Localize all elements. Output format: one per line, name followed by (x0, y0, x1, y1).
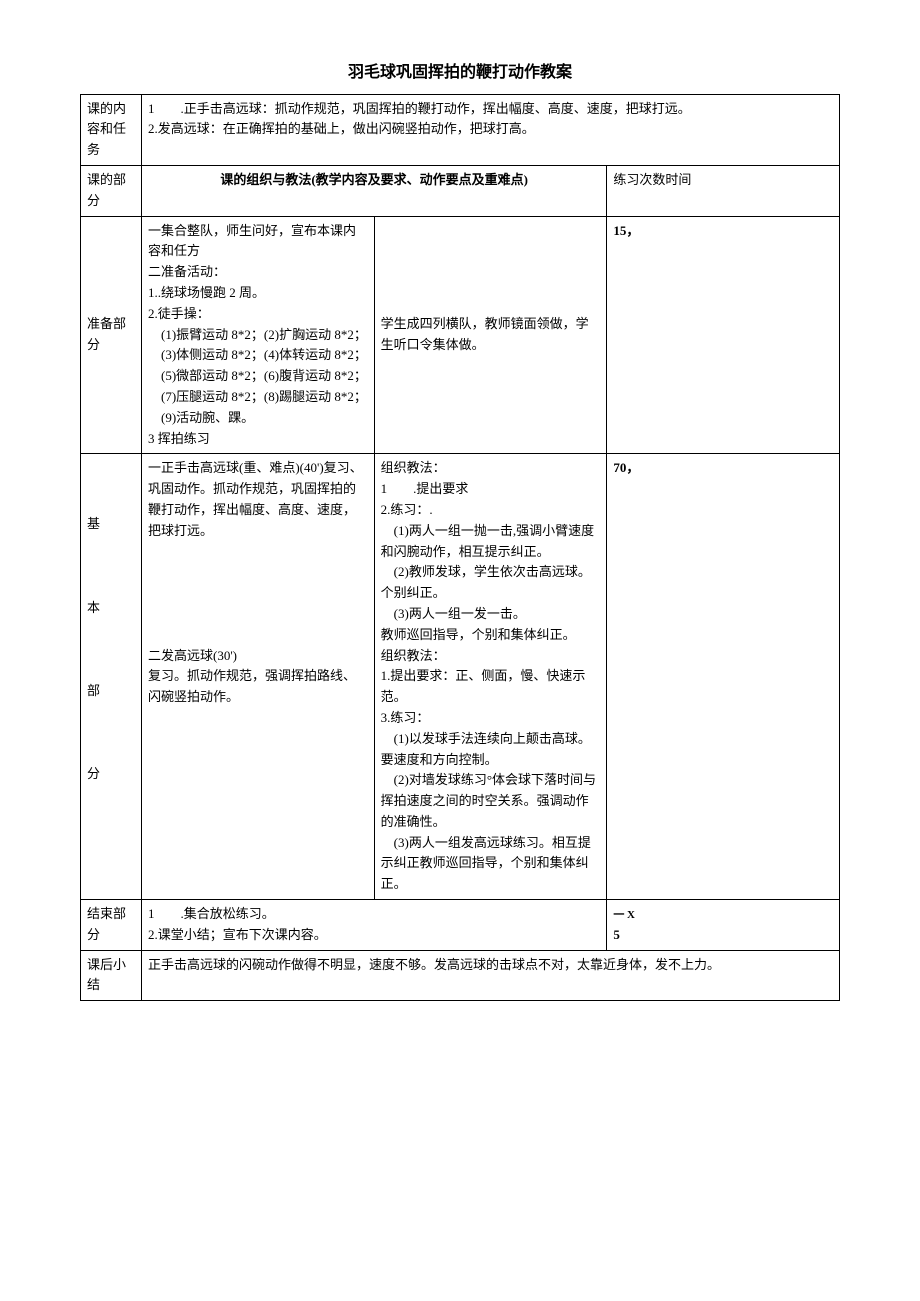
row-main: 基 本 部 分 一正手击高远球(重、难点)(40')复习、巩固动作。抓动作规范，… (81, 454, 840, 900)
prep-right: 学生成四列横队，教师镜面领做，学生听口令集体做。 (374, 216, 607, 454)
prep-left: 一集合整队，师生问好，宣布本课内容和任方 二准备活动： 1..绕球场慢跑 2 周… (142, 216, 375, 454)
main-label: 基 本 部 分 (81, 454, 142, 900)
main-time: 70， (607, 454, 840, 900)
end-time: 一 X 5 (607, 900, 840, 951)
row-prep: 准备部分 一集合整队，师生问好，宣布本课内容和任方 二准备活动： 1..绕球场慢… (81, 216, 840, 454)
row-after: 课后小结 正手击高远球的闪碗动作做得不明显，速度不够。发高远球的击球点不对，太靠… (81, 950, 840, 1001)
content-task-label: 课的内容和任务 (81, 94, 142, 165)
content-task-body: 1 .正手击高远球：抓动作规范，巩固挥拍的鞭打动作，挥出幅度、高度、速度，把球打… (142, 94, 840, 165)
row-content-task: 课的内容和任务 1 .正手击高远球：抓动作规范，巩固挥拍的鞭打动作，挥出幅度、高… (81, 94, 840, 165)
page-title: 羽毛球巩固挥拍的鞭打动作教案 (80, 60, 840, 86)
row-header: 课的部分 课的组织与教法(教学内容及要求、动作要点及重难点) 练习次数时间 (81, 165, 840, 216)
main-right: 组织教法： 1 .提出要求 2.练习：. (1)两人一组一抛一击,强调小臂速度和… (374, 454, 607, 900)
after-label: 课后小结 (81, 950, 142, 1001)
main-left: 一正手击高远球(重、难点)(40')复习、巩固动作。抓动作规范，巩固挥拍的鞭打动… (142, 454, 375, 900)
after-body: 正手击高远球的闪碗动作做得不明显，速度不够。发高远球的击球点不对，太靠近身体，发… (142, 950, 840, 1001)
lesson-plan-table: 课的内容和任务 1 .正手击高远球：抓动作规范，巩固挥拍的鞭打动作，挥出幅度、高… (80, 94, 840, 1002)
end-label: 结束部分 (81, 900, 142, 951)
prep-time: 15， (607, 216, 840, 454)
time-header: 练习次数时间 (607, 165, 840, 216)
end-body: 1 .集合放松练习。 2.课堂小结；宣布下次课内容。 (142, 900, 607, 951)
org-header: 课的组织与教法(教学内容及要求、动作要点及重难点) (142, 165, 607, 216)
prep-label: 准备部分 (81, 216, 142, 454)
part-header-label: 课的部分 (81, 165, 142, 216)
row-end: 结束部分 1 .集合放松练习。 2.课堂小结；宣布下次课内容。 一 X 5 (81, 900, 840, 951)
